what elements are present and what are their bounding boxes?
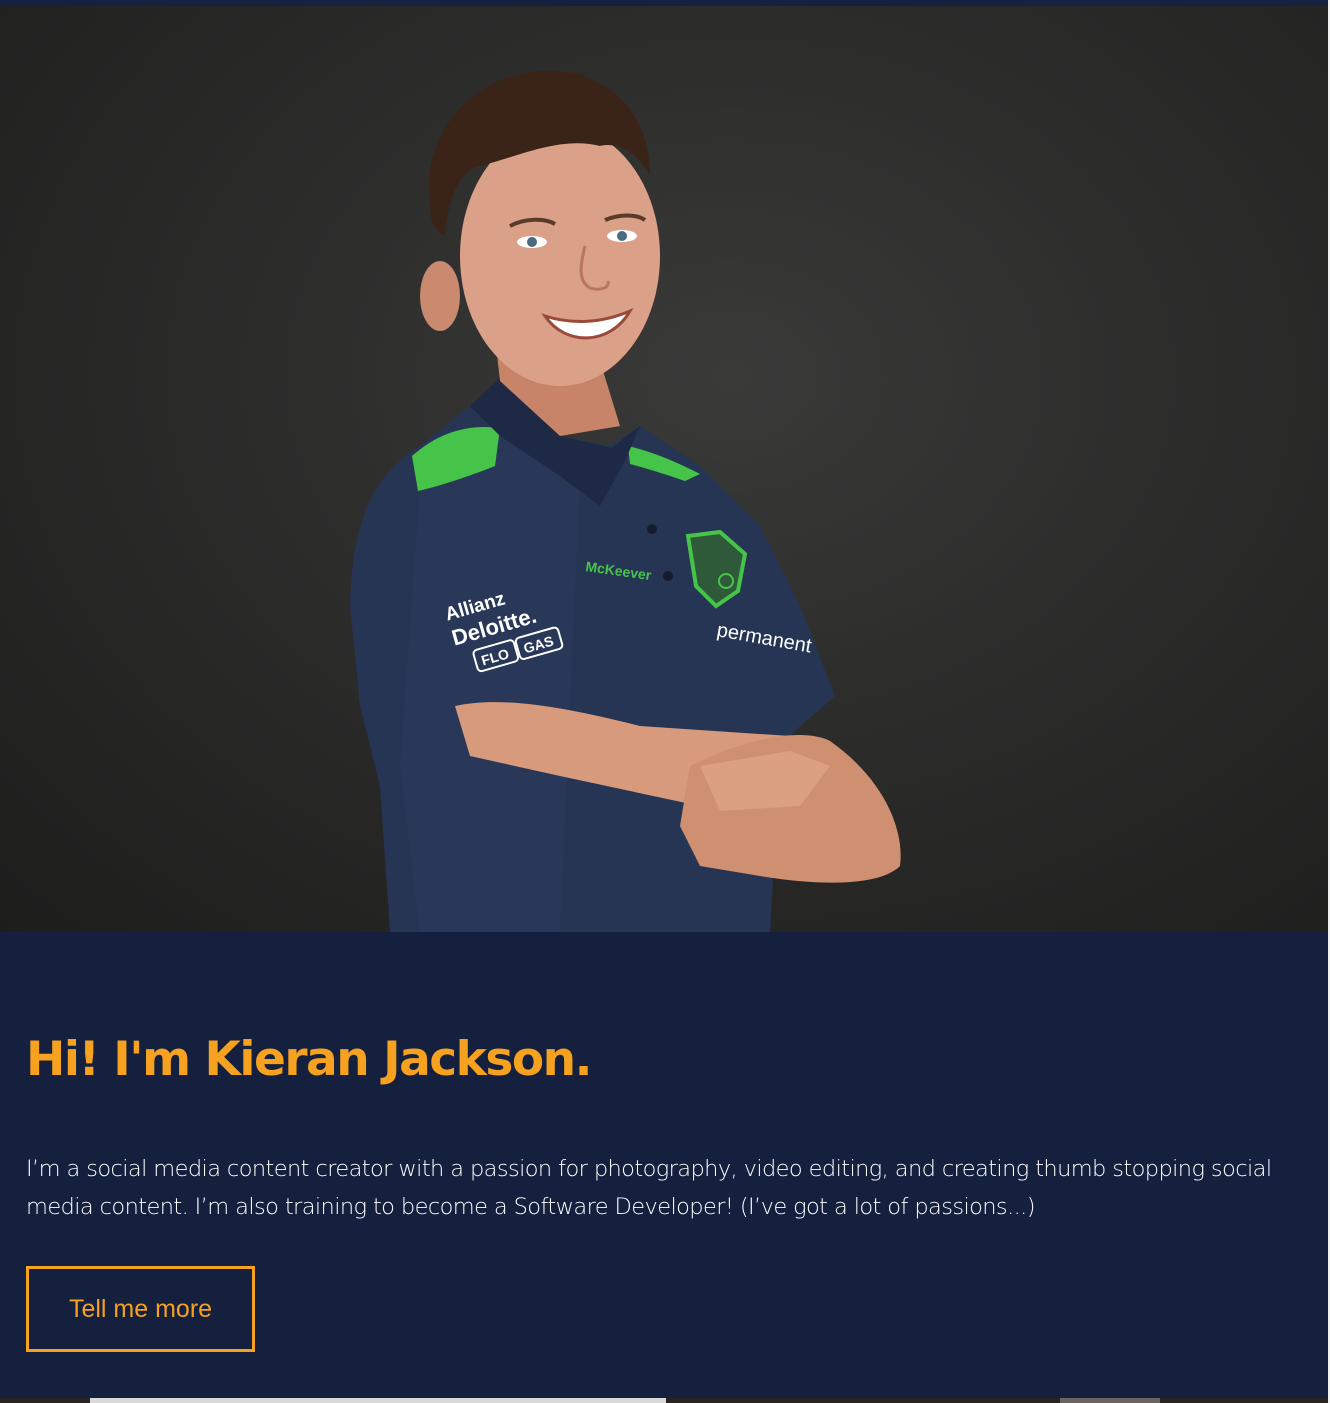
hero-portrait-photo: permanent McKeever Allianz Deloitte. FLO… xyxy=(350,70,901,932)
tell-me-more-button[interactable]: Tell me more xyxy=(26,1266,255,1352)
next-section-image-edge-right xyxy=(1060,1398,1160,1403)
hero-section: permanent McKeever Allianz Deloitte. FLO… xyxy=(0,6,1328,932)
intro-bio: I’m a social media content creator with … xyxy=(26,1156,1272,1220)
intro-headline: Hi! I'm Kieran Jackson. xyxy=(26,1032,592,1087)
next-section-preview xyxy=(0,1398,1328,1403)
next-section-image-edge xyxy=(90,1398,666,1403)
face xyxy=(460,126,660,386)
